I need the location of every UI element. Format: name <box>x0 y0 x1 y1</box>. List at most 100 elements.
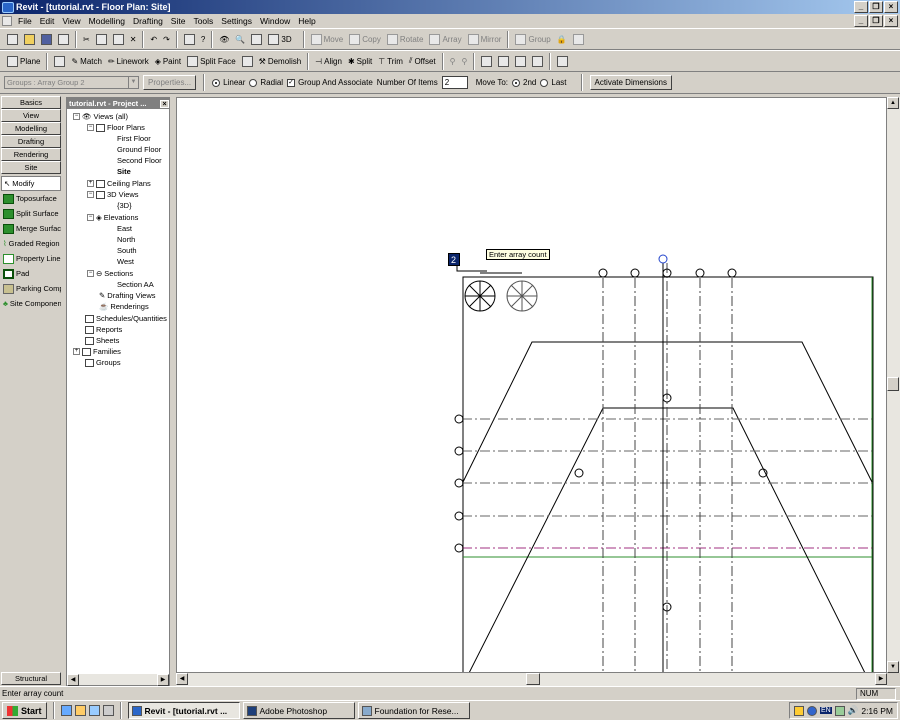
second-option[interactable]: 2nd <box>512 78 536 87</box>
scroll-right-icon[interactable]: ▶ <box>875 673 887 685</box>
type-selector[interactable]: Groups : Array Group 2 ▼ <box>4 76 139 89</box>
close-button[interactable]: × <box>884 1 898 13</box>
minimize-button[interactable]: _ <box>854 1 868 13</box>
canvas-horizontal-scrollbar[interactable]: ◀ ▶ <box>176 673 887 686</box>
task-photoshop[interactable]: Adobe Photoshop <box>242 702 355 719</box>
language-indicator[interactable]: EN <box>820 707 832 714</box>
tool-modify[interactable]: ↖ Modify <box>1 176 61 191</box>
pin-button[interactable]: ⚲ <box>447 52 459 70</box>
new-button[interactable] <box>4 30 21 48</box>
group-associate-checkbox[interactable]: ✓ <box>287 78 296 87</box>
rotate-button[interactable]: Rotate <box>384 30 427 48</box>
tree-item-second-floor[interactable]: Second Floor <box>117 156 162 165</box>
activate-dimensions-button[interactable]: Activate Dimensions <box>589 75 672 90</box>
expander-icon[interactable]: + <box>73 348 80 355</box>
grid-bubble[interactable] <box>454 543 464 553</box>
tree-item-south[interactable]: South <box>117 246 137 255</box>
tool-parking-component[interactable]: Parking Component <box>1 281 61 296</box>
tree-item-renderings[interactable]: ☕ Renderings <box>99 302 149 311</box>
browser-close-icon[interactable]: × <box>160 99 169 108</box>
whats-this-button[interactable]: ? <box>198 30 208 48</box>
tree-item-sections[interactable]: − ⊖ Sections <box>87 269 133 278</box>
view-button[interactable]: 👁 <box>216 30 232 48</box>
number-items-input[interactable]: 2 <box>441 76 468 89</box>
grid-bubble[interactable] <box>630 268 640 278</box>
undo-button[interactable]: ↶ <box>147 30 160 48</box>
menu-settings[interactable]: Settings <box>217 16 256 26</box>
temp-hide-button[interactable] <box>529 52 546 70</box>
last-radio[interactable] <box>540 78 549 87</box>
paste-button[interactable] <box>110 30 127 48</box>
tool-site-component[interactable]: ♣ Site Component <box>1 296 61 311</box>
cut-button[interactable]: ✂ <box>80 30 93 48</box>
tab-site[interactable]: Site <box>1 161 61 174</box>
doc-minimize-button[interactable]: _ <box>854 15 868 27</box>
scroll-up-icon[interactable]: ▲ <box>887 97 899 109</box>
scroll-left-icon[interactable]: ◀ <box>67 673 79 686</box>
tree-item-first-floor[interactable]: First Floor <box>117 134 151 143</box>
start-button[interactable]: Start <box>2 702 47 719</box>
offset-button[interactable]: ⫽ Offset <box>406 52 439 70</box>
tool-property-line[interactable]: Property Line <box>1 251 61 266</box>
menu-site[interactable]: Site <box>167 16 190 26</box>
volume-icon[interactable]: 🔊 <box>848 705 859 716</box>
menu-window[interactable]: Window <box>256 16 294 26</box>
tree-symbol-2[interactable] <box>506 280 538 312</box>
reveal-button[interactable] <box>512 52 529 70</box>
menu-file[interactable]: File <box>14 16 36 26</box>
tree-item-groups[interactable]: Groups <box>85 358 121 367</box>
browser-scrollbar[interactable]: ◀ ▶ <box>67 673 169 686</box>
zoom-button[interactable]: 🔍 <box>232 30 248 48</box>
tab-basics[interactable]: Basics <box>1 96 61 109</box>
linear-option[interactable]: Linear <box>212 78 245 87</box>
demolish-button[interactable]: ⚒ Demolish <box>256 52 305 70</box>
show-desktop-icon[interactable] <box>88 705 100 716</box>
site-plan-drawing[interactable] <box>177 98 887 673</box>
tree-item-west[interactable]: West <box>117 257 134 266</box>
menu-tools[interactable]: Tools <box>189 16 217 26</box>
tray-sync-icon[interactable] <box>834 705 845 716</box>
menu-edit[interactable]: Edit <box>36 16 59 26</box>
drawing-area[interactable]: 2 Enter array count <box>176 97 887 673</box>
doc-close-button[interactable]: × <box>884 15 898 27</box>
tree-item-schedules[interactable]: Schedules/Quantities <box>85 314 167 323</box>
tree-item-ceiling-plans[interactable]: + Ceiling Plans <box>87 179 151 188</box>
grid-bubble[interactable] <box>454 511 464 521</box>
properties-button[interactable]: Properties... <box>143 75 197 90</box>
tree-item-elevations[interactable]: − ◈ Elevations <box>87 213 138 222</box>
tab-view[interactable]: View <box>1 109 61 122</box>
array-button[interactable]: Array <box>426 30 464 48</box>
grid-bubble[interactable] <box>454 478 464 488</box>
move-button[interactable]: Move <box>308 30 347 48</box>
restore-button[interactable]: ❐ <box>869 1 883 13</box>
open-button[interactable] <box>21 30 38 48</box>
tree-item-3d-views[interactable]: − 3D Views <box>87 190 139 199</box>
align-button[interactable]: ⊣ Align <box>312 52 345 70</box>
second-radio[interactable] <box>512 78 521 87</box>
menu-view[interactable]: View <box>58 16 84 26</box>
save-button[interactable] <box>38 30 55 48</box>
print-button[interactable] <box>55 30 72 48</box>
quick-launch-icon[interactable] <box>102 705 114 716</box>
thin-lines-button[interactable] <box>181 30 198 48</box>
expander-icon[interactable]: − <box>87 124 94 131</box>
copy-tool-button[interactable]: Copy <box>346 30 384 48</box>
grid-bubble[interactable] <box>727 268 737 278</box>
tree-item-reports[interactable]: Reports <box>85 325 122 334</box>
last-option[interactable]: Last <box>540 78 567 87</box>
group-button[interactable]: Group <box>512 30 553 48</box>
tab-drafting[interactable]: Drafting <box>1 135 61 148</box>
tree-item-sheets[interactable]: Sheets <box>85 336 119 345</box>
grid-bubble[interactable] <box>454 414 464 424</box>
tree-item-site[interactable]: Site <box>117 167 131 176</box>
grid-bubble[interactable] <box>695 268 705 278</box>
linework-button[interactable]: ✏ Linework <box>105 52 152 70</box>
tool-merge-surfaces[interactable]: Merge Surfaces <box>1 221 61 236</box>
tool-split-surface[interactable]: Split Surface <box>1 206 61 221</box>
tree-item-north[interactable]: North <box>117 235 135 244</box>
tree-item-ground-floor[interactable]: Ground Floor <box>117 145 161 154</box>
doc-restore-button[interactable]: ❐ <box>869 15 883 27</box>
lock-button[interactable]: 🔒 <box>554 30 570 48</box>
section-head-bubble[interactable] <box>658 254 668 264</box>
scroll-right-icon[interactable]: ▶ <box>157 673 169 686</box>
